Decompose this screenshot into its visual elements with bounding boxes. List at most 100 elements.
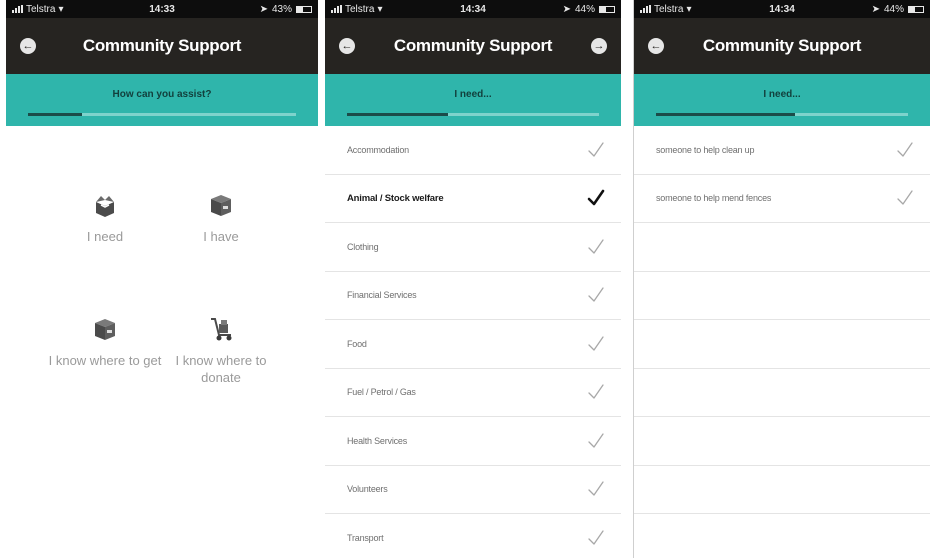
wifi-icon: ▾ <box>58 3 64 15</box>
closed-box-icon <box>211 195 231 216</box>
tile-label: I know where to get <box>48 353 162 368</box>
list-item[interactable]: Accommodation <box>325 126 621 175</box>
prompt-text: I need... <box>454 89 492 100</box>
battery-icon <box>908 5 925 13</box>
status-time: 14:34 <box>460 3 486 15</box>
forward-arrow-icon[interactable]: → <box>591 38 607 54</box>
list-item-label: Volunteers <box>347 484 388 495</box>
back-arrow-icon[interactable]: ← <box>648 38 664 54</box>
progress-bar <box>28 113 296 116</box>
status-bar: Telstra ▾ 14:34 ➤ 44% <box>634 0 930 18</box>
status-bar: Telstra ▾ 14:33 ➤ 43% <box>6 0 318 18</box>
list-item-label: Animal / Stock welfare <box>347 192 444 204</box>
list-item[interactable]: someone to help mend fences <box>634 175 930 223</box>
list-item-label: Food <box>347 338 367 349</box>
checkmark-icon <box>897 190 913 205</box>
list-item-label: Accommodation <box>347 144 409 155</box>
list-item-label: Transport <box>347 532 384 543</box>
list-item <box>634 369 930 417</box>
back-arrow-icon[interactable]: ← <box>20 38 36 54</box>
list-item[interactable]: Fuel / Petrol / Gas <box>325 369 621 417</box>
list-item[interactable]: Volunteers <box>325 466 621 514</box>
list-item <box>634 417 930 466</box>
tile-label: I know where to donate <box>175 353 267 385</box>
checkmark-icon <box>588 433 604 448</box>
screen-home: Telstra ▾ 14:33 ➤ 43% ← Community Suppor… <box>6 0 318 558</box>
location-icon: ➤ <box>871 3 880 15</box>
signal-icon <box>640 5 651 13</box>
prompt-banner: I need... <box>325 74 621 126</box>
tile-know-where-to-get[interactable]: I know where to get <box>40 316 170 369</box>
carrier-name: Telstra <box>26 3 56 15</box>
carrier-name: Telstra <box>654 3 684 15</box>
screen-i-need-subcategories: Telstra ▾ 14:34 ➤ 44% ← Community Suppor… <box>633 0 930 558</box>
nav-bar: ← Community Support <box>6 18 318 74</box>
closed-box-icon <box>95 319 115 340</box>
list-item[interactable]: someone to help clean up <box>634 126 930 175</box>
category-list: Accommodation Animal / Stock welfare Cloth… <box>325 126 621 558</box>
signal-icon <box>12 5 23 13</box>
checkmark-icon <box>588 239 604 254</box>
prompt-text: I need... <box>763 89 801 100</box>
list-item[interactable]: Animal / Stock welfare <box>325 175 621 223</box>
nav-bar: ← Community Support <box>634 18 930 74</box>
list-item[interactable]: Clothing <box>325 223 621 272</box>
nav-bar: ← Community Support → <box>325 18 621 74</box>
list-item <box>634 272 930 320</box>
checkmark-icon <box>588 287 604 302</box>
screen-i-need-categories: Telstra ▾ 14:34 ➤ 44% ← Community Suppor… <box>325 0 621 558</box>
status-time: 14:34 <box>769 3 795 15</box>
location-icon: ➤ <box>259 3 268 15</box>
hand-truck-icon <box>211 318 232 341</box>
tile-know-where-to-donate[interactable]: I know where to donate <box>156 316 286 386</box>
tile-label: I need <box>86 229 124 244</box>
tile-i-need[interactable]: I need <box>40 192 170 245</box>
list-item-label: Clothing <box>347 241 379 252</box>
tile-label: I have <box>203 229 239 244</box>
checkmark-icon <box>897 142 913 157</box>
list-item-label: Financial Services <box>347 290 417 301</box>
tile-i-have[interactable]: I have <box>156 192 286 245</box>
location-icon: ➤ <box>562 3 571 15</box>
list-item <box>634 466 930 514</box>
carrier-name: Telstra <box>345 3 375 15</box>
prompt-banner: I need... <box>634 74 930 126</box>
list-item[interactable]: Financial Services <box>325 272 621 320</box>
list-item <box>634 320 930 369</box>
page-title: Community Support <box>702 36 862 55</box>
option-grid: I need I have I know where to get I know… <box>6 126 318 558</box>
list-item[interactable]: Health Services <box>325 417 621 466</box>
battery-percent: 43% <box>271 3 292 15</box>
wifi-icon: ▾ <box>686 3 692 15</box>
progress-bar <box>347 113 599 116</box>
checkmark-icon <box>588 336 604 351</box>
battery-icon <box>296 5 312 13</box>
page-title: Community Support <box>393 36 553 55</box>
prompt-banner: How can you assist? <box>6 74 318 126</box>
open-box-icon <box>96 196 114 217</box>
list-item-label: someone to help mend fences <box>656 193 772 204</box>
checkmark-icon <box>588 384 604 399</box>
status-time: 14:33 <box>149 3 175 15</box>
checkmark-icon <box>587 189 605 206</box>
list-item[interactable]: Food <box>325 320 621 369</box>
checkmark-icon <box>588 481 604 496</box>
list-item <box>634 223 930 272</box>
subcategory-list: someone to help clean up someone to help … <box>634 126 930 558</box>
status-bar: Telstra ▾ 14:34 ➤ 44% <box>325 0 621 18</box>
progress-bar <box>656 113 908 116</box>
battery-icon <box>599 5 616 13</box>
list-item-label: Health Services <box>347 435 408 446</box>
battery-percent: 44% <box>575 3 596 15</box>
back-arrow-icon[interactable]: ← <box>339 38 355 54</box>
list-item[interactable]: Transport <box>325 514 621 558</box>
list-item-label: Fuel / Petrol / Gas <box>347 387 416 398</box>
list-item-label: someone to help clean up <box>656 144 755 155</box>
signal-icon <box>331 5 342 13</box>
page-title: Community Support <box>82 36 242 55</box>
wifi-icon: ▾ <box>377 3 383 15</box>
battery-percent: 44% <box>884 3 905 15</box>
prompt-text: How can you assist? <box>112 89 212 100</box>
checkmark-icon <box>588 142 604 157</box>
checkmark-icon <box>588 530 604 545</box>
